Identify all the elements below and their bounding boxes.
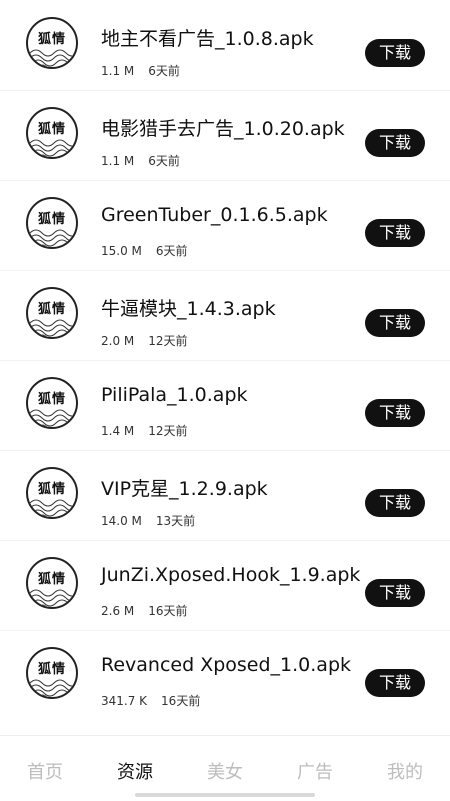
file-name: Revanced Xposed_1.0.apk <box>101 654 352 676</box>
bottom-tab-bar: 首页 资源 美女 广告 我的 <box>0 735 450 801</box>
avatar-brand-text: 狐情 <box>37 662 66 677</box>
file-name: VIP克星_1.2.9.apk <box>101 478 268 500</box>
avatar-brand-text: 狐情 <box>37 392 66 407</box>
download-button[interactable]: 下载 <box>365 219 425 247</box>
list-item[interactable]: 狐情 PiliPala_1.0.apk 1.4 M 12天前 下载 <box>0 360 450 450</box>
avatar-brand-text: 狐情 <box>37 302 66 317</box>
list-item[interactable]: 狐情 地主不看广告_1.0.8.apk 1.1 M 6天前 下载 <box>0 0 450 90</box>
file-time: 6天前 <box>148 64 180 78</box>
file-name: 牛逼模块_1.4.3.apk <box>101 298 276 320</box>
file-time: 6天前 <box>148 154 180 168</box>
file-time: 13天前 <box>155 514 196 528</box>
file-meta: 1.1 M 6天前 <box>101 152 180 169</box>
file-time: 16天前 <box>161 694 201 708</box>
list-item[interactable]: 狐情 Revanced Xposed_1.0.apk 341.7 K 16天前 下… <box>0 630 450 720</box>
avatar: 狐情 <box>26 467 78 519</box>
list-item[interactable]: 狐情 GreenTuber_0.1.6.5.apk 15.0 M 6天前 下载 <box>0 180 450 270</box>
avatar-brand-text: 狐情 <box>37 32 66 47</box>
home-indicator <box>135 793 315 797</box>
file-size: 1.4 M <box>101 424 135 438</box>
divider <box>0 450 450 451</box>
file-name: 地主不看广告_1.0.8.apk <box>101 28 314 50</box>
divider <box>0 180 450 181</box>
avatar: 狐情 <box>26 647 78 699</box>
file-time: 12天前 <box>148 334 188 348</box>
file-size: 15.0 M <box>101 244 142 258</box>
download-button[interactable]: 下载 <box>365 309 425 337</box>
file-name: PiliPala_1.0.apk <box>101 384 248 406</box>
download-button[interactable]: 下载 <box>365 579 425 607</box>
tab-home[interactable]: 首页 <box>0 758 90 784</box>
divider <box>0 540 450 541</box>
file-meta: 2.0 M 12天前 <box>101 332 188 349</box>
download-button[interactable]: 下载 <box>365 489 425 517</box>
download-button[interactable]: 下载 <box>365 669 425 697</box>
download-button[interactable]: 下载 <box>365 39 425 67</box>
avatar: 狐情 <box>26 377 78 429</box>
file-meta: 1.4 M 12天前 <box>101 422 188 439</box>
avatar: 狐情 <box>26 107 78 159</box>
tab-resources[interactable]: 资源 <box>90 758 180 784</box>
file-meta: 2.6 M 16天前 <box>101 602 188 619</box>
file-size: 2.0 M <box>101 334 135 348</box>
tab-beauty[interactable]: 美女 <box>180 758 270 784</box>
file-meta: 14.0 M 13天前 <box>101 512 195 529</box>
file-size: 14.0 M <box>101 514 142 528</box>
avatar: 狐情 <box>26 17 78 69</box>
download-button[interactable]: 下载 <box>365 399 425 427</box>
avatar-brand-text: 狐情 <box>37 482 66 497</box>
divider <box>0 360 450 361</box>
avatar-brand-text: 狐情 <box>37 212 66 227</box>
file-time: 12天前 <box>148 424 188 438</box>
file-meta: 15.0 M 6天前 <box>101 242 188 259</box>
file-size: 2.6 M <box>101 604 135 618</box>
tab-ads[interactable]: 广告 <box>270 758 360 784</box>
file-meta: 341.7 K 16天前 <box>101 692 200 709</box>
download-button[interactable]: 下载 <box>365 129 425 157</box>
file-name: GreenTuber_0.1.6.5.apk <box>101 204 328 226</box>
tab-mine[interactable]: 我的 <box>360 758 450 784</box>
divider <box>0 90 450 91</box>
list-item[interactable]: 狐情 VIP克星_1.2.9.apk 14.0 M 13天前 下载 <box>0 450 450 540</box>
avatar-brand-text: 狐情 <box>37 572 66 587</box>
avatar: 狐情 <box>26 287 78 339</box>
avatar-brand-text: 狐情 <box>37 122 66 137</box>
file-size: 1.1 M <box>101 154 135 168</box>
file-size: 341.7 K <box>101 694 148 708</box>
avatar: 狐情 <box>26 557 78 609</box>
divider <box>0 270 450 271</box>
file-time: 6天前 <box>155 244 188 258</box>
file-name: JunZi.Xposed.Hook_1.9.apk <box>101 564 361 586</box>
list-item[interactable]: 狐情 JunZi.Xposed.Hook_1.9.apk 2.6 M 16天前 下… <box>0 540 450 630</box>
file-size: 1.1 M <box>101 64 135 78</box>
file-name: 电影猎手去广告_1.0.20.apk <box>101 118 345 140</box>
file-meta: 1.1 M 6天前 <box>101 62 180 79</box>
avatar: 狐情 <box>26 197 78 249</box>
divider <box>0 630 450 631</box>
list-item[interactable]: 狐情 电影猎手去广告_1.0.20.apk 1.1 M 6天前 下载 <box>0 90 450 180</box>
list-item[interactable]: 狐情 牛逼模块_1.4.3.apk 2.0 M 12天前 下载 <box>0 270 450 360</box>
file-time: 16天前 <box>148 604 188 618</box>
